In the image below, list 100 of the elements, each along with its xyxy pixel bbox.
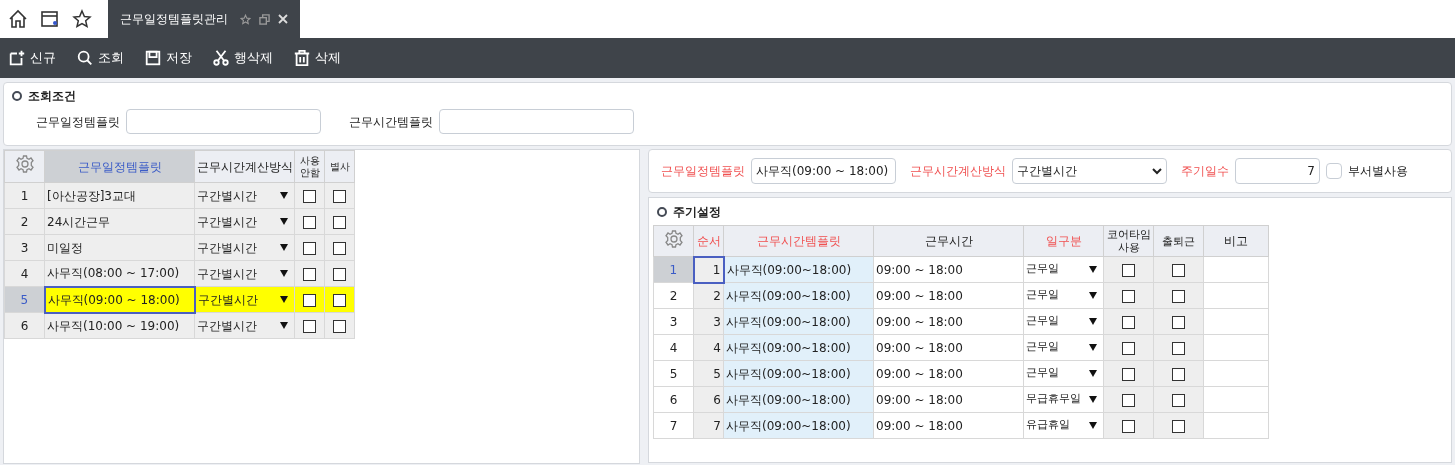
table-cell: 사무직(09:00~18:00) [723, 386, 874, 413]
trash-icon [293, 49, 311, 67]
caret-icon [1089, 344, 1097, 351]
table-cell: 사무직(09:00~18:00) [723, 412, 874, 439]
checkbox[interactable] [1122, 419, 1135, 433]
caret-icon [1089, 318, 1097, 325]
table-cell: [아산공장]3교대 [44, 182, 195, 209]
scissors-icon [212, 49, 230, 67]
toolbar-button[interactable]: 삭제 [293, 48, 341, 68]
close-icon[interactable] [278, 14, 288, 24]
caret-icon [280, 296, 288, 303]
field-label: 근무일정템플릿 [36, 113, 120, 131]
table-cell: 09:00 ~ 18:00 [873, 412, 1024, 439]
row-number: 5 [653, 360, 694, 387]
table-cell: 1 [693, 256, 724, 283]
column-header[interactable]: 별사 [324, 150, 355, 183]
section-icon [657, 207, 667, 217]
checkbox[interactable] [1172, 367, 1185, 381]
field-label: 근무시간템플릿 [349, 113, 433, 131]
checkbox[interactable] [333, 267, 346, 281]
caret-icon [280, 270, 288, 277]
column-header[interactable]: 사용안함 [294, 150, 325, 183]
column-header[interactable]: 코어타임사용 [1103, 225, 1154, 257]
checkbox[interactable] [333, 189, 346, 203]
checkbox[interactable] [1122, 289, 1135, 303]
home-icon[interactable] [8, 9, 28, 29]
checkbox[interactable] [303, 189, 316, 203]
window-user-icon[interactable] [40, 9, 60, 29]
chevron-down-icon [1152, 167, 1162, 175]
checkbox[interactable] [303, 241, 316, 255]
table-cell: 09:00 ~ 18:00 [873, 282, 1024, 309]
table-cell: 09:00 ~ 18:00 [873, 360, 1024, 387]
toolbar-button[interactable]: 행삭제 [212, 48, 273, 68]
checkbox[interactable] [333, 293, 346, 307]
toolbar-button[interactable]: 신규 [8, 48, 56, 68]
checkbox[interactable] [1172, 315, 1185, 329]
caret-icon [1089, 292, 1097, 299]
row-number: 2 [4, 208, 45, 235]
star-icon[interactable] [72, 9, 92, 29]
input-field[interactable] [126, 109, 321, 134]
section-icon [12, 91, 22, 101]
table-cell: 09:00 ~ 18:00 [873, 334, 1024, 361]
table-cell: 사무직(10:00 ~ 19:00) [44, 312, 195, 339]
caret-icon [1089, 422, 1097, 429]
column-header[interactable]: 근무시간 [873, 225, 1024, 257]
input-field[interactable]: 사무직(09:00 ~ 18:00) [751, 158, 896, 184]
checkbox[interactable] [1172, 419, 1185, 433]
checkbox[interactable] [1122, 315, 1135, 329]
table-cell: 09:00 ~ 18:00 [873, 256, 1024, 283]
row-number: 4 [653, 334, 694, 361]
caret-icon [1089, 370, 1097, 377]
row-number: 6 [653, 386, 694, 413]
input-field[interactable] [439, 109, 634, 134]
checkbox[interactable] [303, 267, 316, 281]
checkbox[interactable] [1172, 393, 1185, 407]
input-field[interactable]: 7 [1235, 158, 1320, 184]
checkbox[interactable] [1122, 263, 1135, 277]
caret-icon [280, 244, 288, 251]
field-label: 근무시간계산방식 [910, 163, 1006, 180]
checkbox[interactable] [1172, 341, 1185, 355]
row-number: 7 [653, 412, 694, 439]
row-number: 6 [4, 312, 45, 339]
row-number: 1 [4, 182, 45, 209]
checkbox[interactable] [1122, 367, 1135, 381]
caret-icon [280, 218, 288, 225]
tab[interactable]: 근무일정템플릿관리 [108, 0, 300, 38]
checkbox[interactable] [333, 215, 346, 229]
checkbox[interactable] [303, 215, 316, 229]
toolbar-button[interactable]: 조회 [76, 48, 124, 68]
checkbox[interactable] [1172, 289, 1185, 303]
restore-icon[interactable] [259, 13, 270, 25]
column-header[interactable]: 비고 [1203, 225, 1269, 257]
row-number: 1 [653, 256, 694, 283]
settings-icon[interactable] [14, 154, 35, 174]
toolbar-button[interactable]: 저장 [144, 48, 192, 68]
checkbox[interactable] [1122, 341, 1135, 355]
checkbox[interactable] [303, 319, 316, 333]
checkbox[interactable] [333, 319, 346, 333]
section-title: 조회조건 [28, 88, 76, 105]
table-cell: 사무직(08:00 ~ 17:00) [44, 260, 195, 287]
field-label: 근무일정템플릿 [661, 163, 745, 180]
settings-icon[interactable] [663, 228, 684, 249]
caret-icon [1089, 266, 1097, 273]
select-field[interactable]: 구간별시간 [1012, 158, 1167, 184]
table-cell: 사무직(09:00~18:00) [723, 360, 874, 387]
checkbox[interactable] [303, 293, 316, 307]
checkbox[interactable] [333, 241, 346, 255]
column-header[interactable]: 출퇴근 [1153, 225, 1204, 257]
add-icon [8, 49, 26, 67]
row-number: 2 [653, 282, 694, 309]
column-header[interactable]: 근무시간계산방식 [194, 150, 295, 183]
row-number: 5 [4, 286, 45, 313]
star-icon[interactable] [240, 13, 251, 25]
column-header[interactable]: 근무일정템플릿 [44, 150, 195, 183]
search-icon [76, 49, 94, 67]
checkbox[interactable] [1122, 393, 1135, 407]
caret-icon [1089, 396, 1097, 403]
row-number: 3 [4, 234, 45, 261]
section-title: 주기설정 [673, 204, 721, 221]
checkbox[interactable] [1172, 263, 1185, 277]
